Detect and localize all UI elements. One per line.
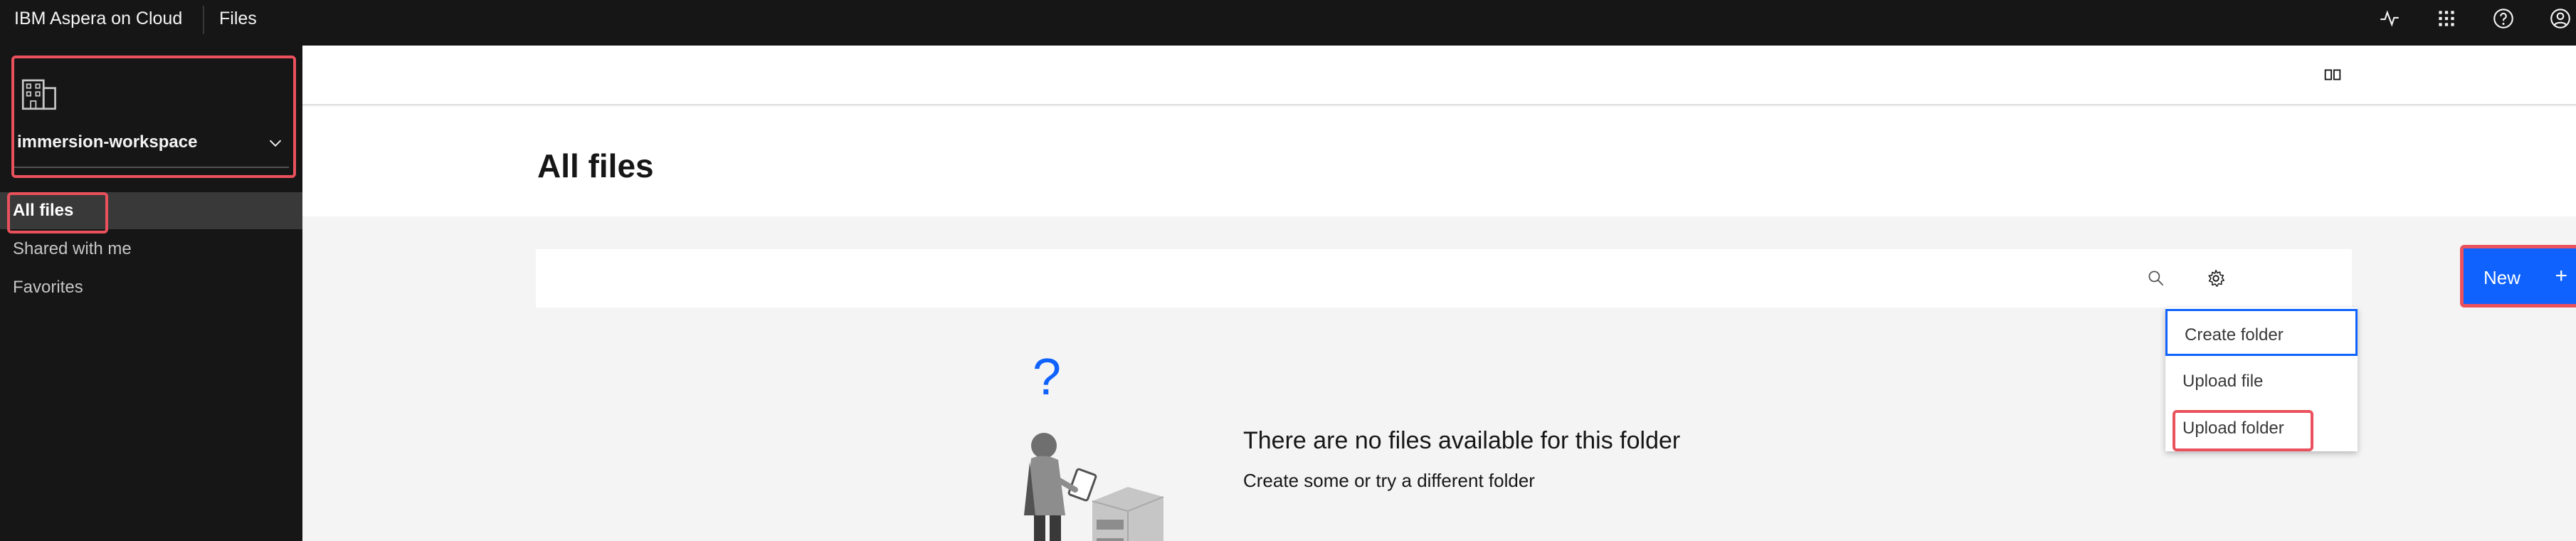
- sidebar-item-favorites[interactable]: Favorites: [0, 269, 302, 306]
- menu-item-upload-file[interactable]: Upload file: [2165, 357, 2358, 404]
- building-icon: [21, 79, 56, 110]
- activity-icon[interactable]: [2374, 3, 2405, 34]
- user-profile-icon[interactable]: [2545, 3, 2576, 34]
- upload-folder-highlight: [2173, 410, 2313, 451]
- menu-item-label: Upload file: [2182, 372, 2264, 391]
- sidebar: immersion-workspace All files Shared wit…: [0, 46, 302, 541]
- top-header: IBM Aspera on Cloud Files: [0, 0, 2576, 46]
- new-button[interactable]: New +: [2460, 245, 2576, 308]
- chevron-down-icon: [269, 140, 282, 147]
- gear-icon[interactable]: [2200, 262, 2232, 295]
- app-name[interactable]: Files: [219, 0, 257, 46]
- workspace-switcher[interactable]: immersion-workspace: [11, 56, 296, 178]
- new-button-label: New: [2483, 267, 2521, 288]
- search-icon[interactable]: [2140, 262, 2173, 295]
- help-icon[interactable]: [2488, 3, 2519, 34]
- header-divider: [203, 6, 204, 34]
- product-name[interactable]: IBM Aspera on Cloud: [14, 0, 182, 46]
- app-switcher-icon[interactable]: [2431, 3, 2462, 34]
- sidebar-item-label: Favorites: [13, 278, 83, 297]
- empty-state-subtitle: Create some or try a different folder: [1243, 470, 1535, 491]
- main-content: All files New + Create folder Upload fil…: [302, 46, 2576, 541]
- page-title: All files: [537, 147, 654, 184]
- sidebar-item-shared-with-me[interactable]: Shared with me: [0, 231, 302, 268]
- page-header: All files: [302, 107, 2576, 216]
- sidebar-item-label: Shared with me: [13, 239, 132, 258]
- empty-state-title: There are no files available for this fo…: [1243, 427, 1681, 454]
- menu-item-label: Create folder: [2185, 325, 2284, 345]
- menu-item-create-folder[interactable]: Create folder: [2165, 309, 2358, 356]
- files-toolbar: New +: [536, 245, 2576, 308]
- workspace-name: immersion-workspace: [17, 132, 198, 152]
- workspace-underline: [14, 167, 289, 168]
- empty-folder-illustration: ?: [1024, 349, 1164, 541]
- utility-bar: [302, 46, 2576, 105]
- plus-icon: +: [2555, 264, 2567, 288]
- all-files-highlight: [7, 192, 108, 233]
- svg-text:?: ?: [1033, 349, 1061, 406]
- split-view-icon[interactable]: [2322, 64, 2343, 85]
